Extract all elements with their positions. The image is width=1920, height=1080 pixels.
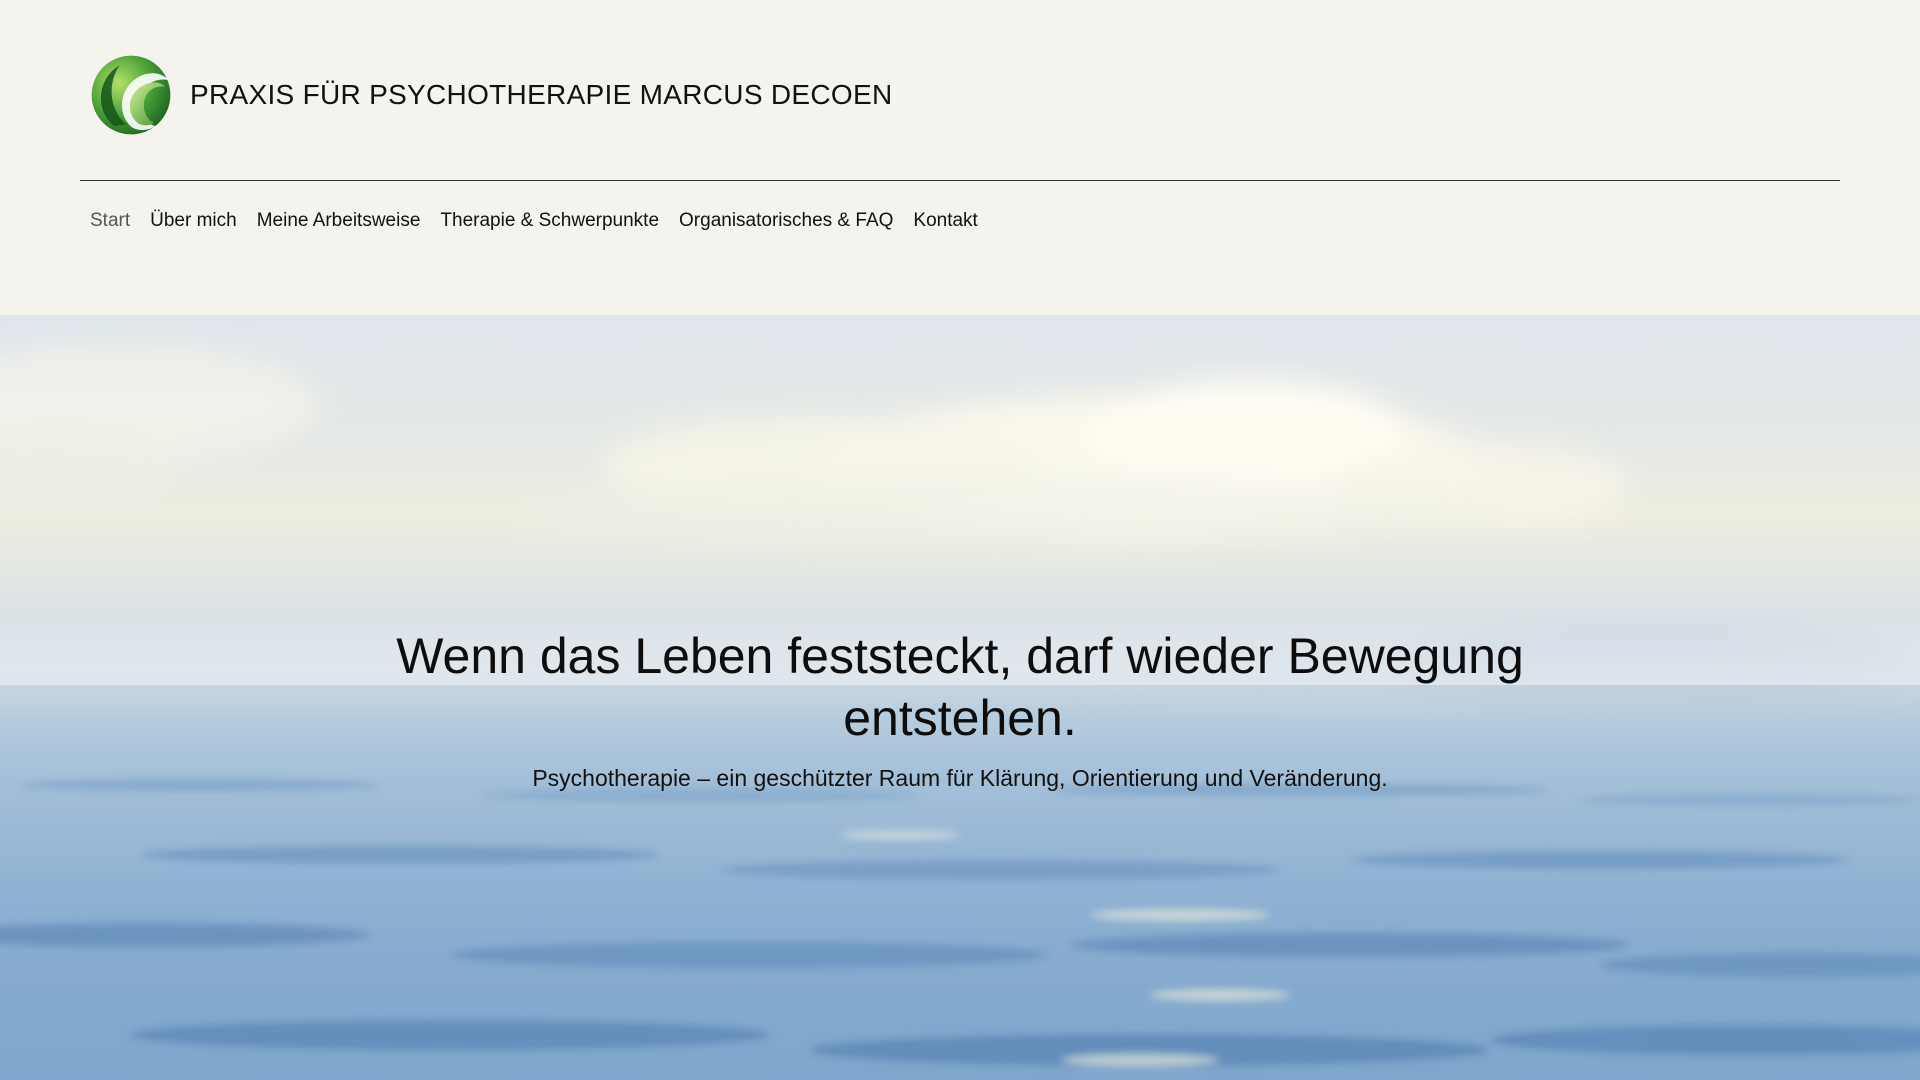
hero-section: Wenn das Leben feststeckt, darf wieder B… (0, 315, 1920, 1080)
nav-item-start[interactable]: Start (80, 208, 140, 234)
nav-item-kontakt[interactable]: Kontakt (903, 208, 987, 234)
main-navigation: Start Über mich Meine Arbeitsweise Thera… (80, 208, 988, 234)
site-header: PRAXIS FÜR PSYCHOTHERAPIE MARCUS DECOEN … (0, 0, 1920, 315)
site-title: PRAXIS FÜR PSYCHOTHERAPIE MARCUS DECOEN (190, 79, 893, 110)
nav-item-therapie-schwerpunkte[interactable]: Therapie & Schwerpunkte (430, 208, 669, 234)
site-brand-link[interactable]: PRAXIS FÜR PSYCHOTHERAPIE MARCUS DECOEN (90, 54, 892, 136)
hero-subheading: Psychotherapie – ein geschützter Raum fü… (532, 765, 1388, 791)
hero-text: Wenn das Leben feststeckt, darf wieder B… (0, 625, 1920, 793)
nav-item-meine-arbeitsweise[interactable]: Meine Arbeitsweise (247, 208, 431, 234)
header-divider (80, 180, 1840, 181)
leaf-logo-icon (91, 55, 171, 135)
nav-item-organisatorisches-faq[interactable]: Organisatorisches & FAQ (669, 208, 903, 234)
nav-item-ueber-mich[interactable]: Über mich (140, 208, 247, 234)
hero-heading: Wenn das Leben feststeckt, darf wieder B… (396, 628, 1524, 746)
